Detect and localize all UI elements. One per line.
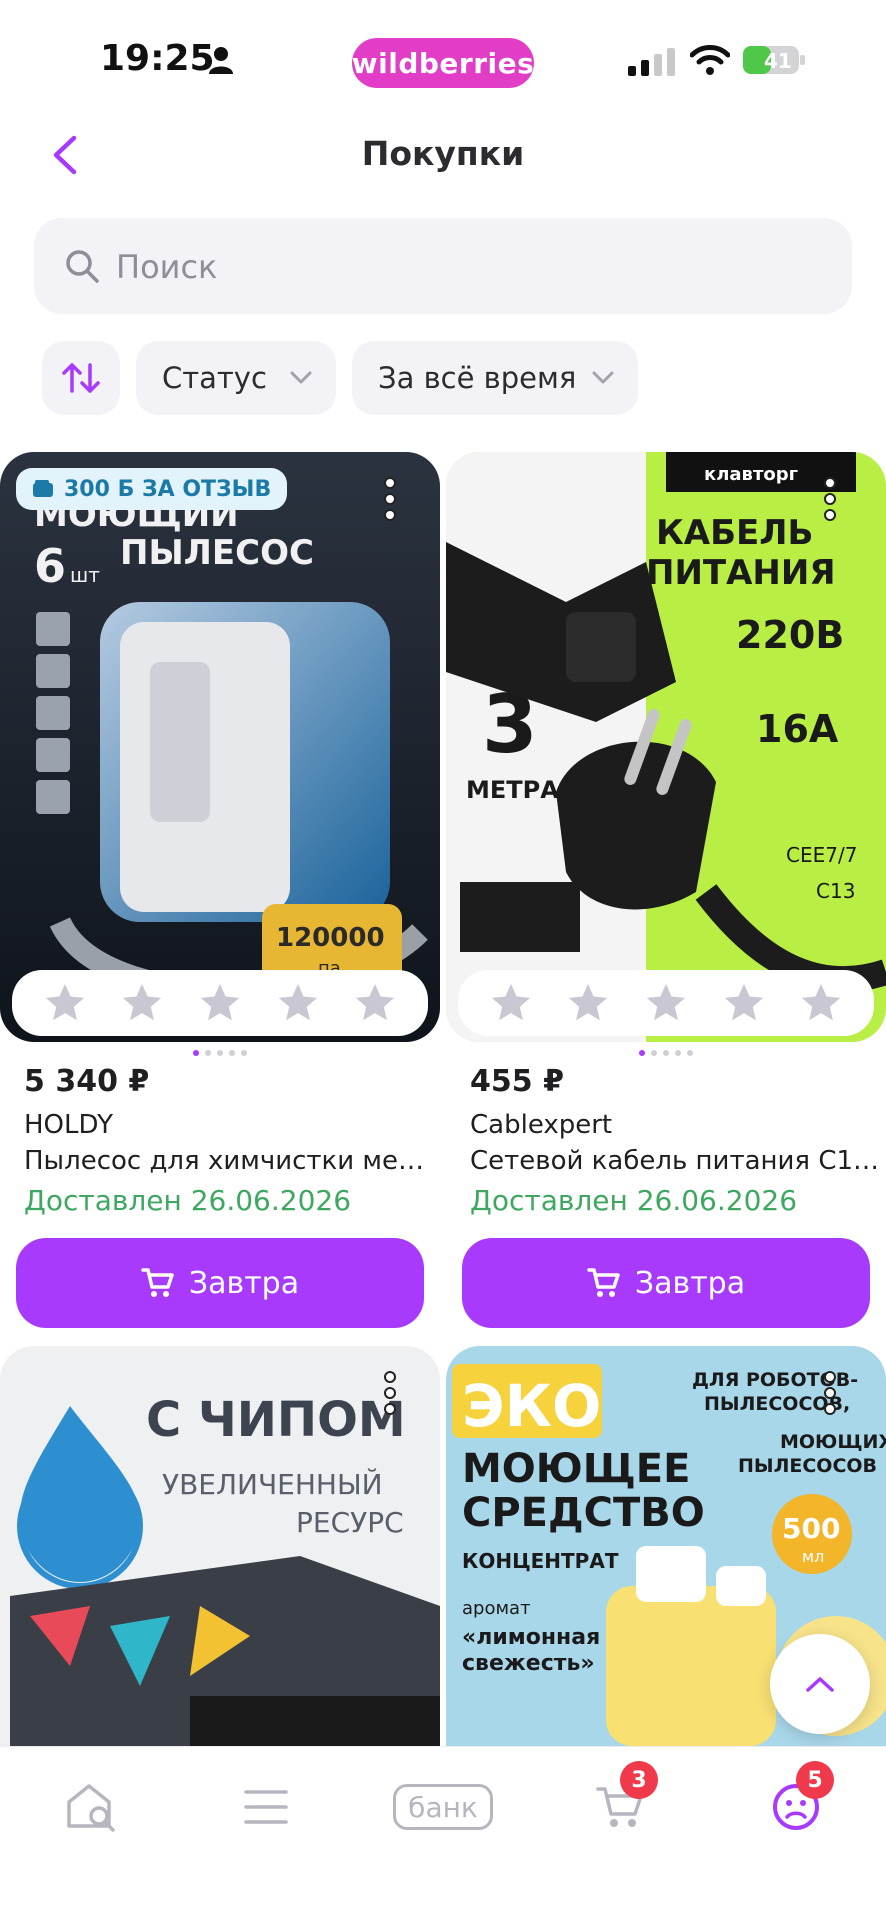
svg-text:мл: мл xyxy=(802,1547,824,1566)
svg-text:ПИТАНИЯ: ПИТАНИЯ xyxy=(646,553,836,593)
buy-again-button[interactable]: Завтра xyxy=(462,1238,870,1328)
buy-again-button[interactable]: Завтра xyxy=(16,1238,424,1328)
status-filter[interactable]: Статус xyxy=(136,341,336,415)
image-pager-dots xyxy=(0,1050,440,1056)
signal-icon xyxy=(628,48,675,76)
star-icon[interactable] xyxy=(643,980,689,1026)
scroll-up-button[interactable] xyxy=(770,1634,870,1734)
chevron-down-icon xyxy=(290,371,312,384)
rating-stars[interactable] xyxy=(12,970,428,1036)
delivery-status: Доставлен 26.06.2026 xyxy=(24,1184,352,1217)
star-icon[interactable] xyxy=(42,980,88,1026)
product-image[interactable]: С ЧИПОМ УВЕЛИЧЕННЫЙ РЕСУРС xyxy=(0,1346,440,1746)
svg-text:120000: 120000 xyxy=(276,923,385,953)
product-brand: HOLDY xyxy=(24,1110,113,1140)
search-bar[interactable] xyxy=(34,218,852,314)
product-brand: Cablexpert xyxy=(470,1110,613,1140)
svg-text:220В: 220В xyxy=(736,613,844,657)
wifi-icon xyxy=(690,45,730,75)
home-search-icon xyxy=(67,1784,115,1832)
product-price: 5 340 ₽ xyxy=(24,1064,150,1099)
chevron-down-icon xyxy=(592,371,614,384)
status-time: 19:25 xyxy=(100,38,215,79)
product-image[interactable]: МОЮЩИЙ ПЫЛЕСОС 6 шт 120000 па xyxy=(0,452,440,1042)
more-icon[interactable] xyxy=(822,1370,838,1416)
product-name[interactable]: Сетевой кабель питания С13,... xyxy=(470,1146,880,1176)
product-name[interactable]: Пылесос для химчистки меб... xyxy=(24,1146,434,1176)
svg-text:МОЮЩЕЕ: МОЮЩЕЕ xyxy=(462,1446,690,1492)
svg-text:500: 500 xyxy=(782,1512,840,1545)
tab-catalog[interactable] xyxy=(236,1777,296,1837)
brand-pill: wildberries xyxy=(352,38,534,88)
bottom-tab-bar: банк 3 5 xyxy=(0,1746,886,1921)
star-icon[interactable] xyxy=(197,980,243,1026)
person-icon xyxy=(209,47,233,74)
svg-text:ПЫЛЕСОСОВ: ПЫЛЕСОСОВ xyxy=(738,1455,877,1477)
page-title: Покупки xyxy=(361,134,525,173)
star-icon[interactable] xyxy=(119,980,165,1026)
rating-stars[interactable] xyxy=(458,970,874,1036)
star-icon[interactable] xyxy=(275,980,321,1026)
battery-icon: 41 xyxy=(742,44,806,76)
product-image[interactable]: клавторг КАБЕЛЬ ПИТАНИЯ 220В 16А 3 МЕТРА… xyxy=(446,452,886,1042)
svg-text:шт: шт xyxy=(70,563,100,587)
review-bonus-text: 300 Б ЗА ОТЗЫВ xyxy=(64,476,272,502)
tab-home[interactable] xyxy=(62,1777,122,1837)
more-icon[interactable] xyxy=(822,476,838,522)
svg-text:аромат: аромат xyxy=(462,1598,531,1619)
star-icon[interactable] xyxy=(798,980,844,1026)
tab-bank[interactable]: банк xyxy=(390,1777,496,1837)
buy-again-label: Завтра xyxy=(634,1265,746,1301)
cart-icon xyxy=(587,1268,620,1297)
svg-text:ЭКО: ЭКО xyxy=(462,1372,601,1440)
svg-text:«лимонная: «лимонная xyxy=(462,1625,600,1650)
wallet-icon xyxy=(33,480,53,497)
product-price: 455 ₽ xyxy=(470,1064,564,1099)
svg-text:МЕТРА: МЕТРА xyxy=(466,776,559,804)
period-filter-label: За всё время xyxy=(378,361,577,395)
profile-count-badge: 5 xyxy=(796,1761,834,1799)
svg-text:СРЕДСТВО: СРЕДСТВО xyxy=(462,1490,705,1536)
battery-level: 41 xyxy=(764,49,792,73)
search-input[interactable] xyxy=(114,238,818,296)
svg-text:16А: 16А xyxy=(756,707,839,751)
menu-icon xyxy=(244,1790,288,1824)
sort-button[interactable] xyxy=(42,341,120,415)
svg-text:С ЧИПОМ: С ЧИПОМ xyxy=(146,1392,406,1448)
svg-text:свежесть»: свежесть» xyxy=(462,1651,595,1676)
sort-icon xyxy=(62,363,100,393)
star-icon[interactable] xyxy=(721,980,767,1026)
star-icon[interactable] xyxy=(565,980,611,1026)
svg-text:МОЮЩИХ: МОЮЩИХ xyxy=(780,1431,886,1453)
period-filter[interactable]: За всё время xyxy=(352,341,638,415)
more-icon[interactable] xyxy=(382,1370,398,1416)
search-icon xyxy=(66,250,99,283)
svg-text:ПЫЛЕСОС: ПЫЛЕСОС xyxy=(120,533,314,573)
svg-text:C13: C13 xyxy=(816,879,855,903)
more-icon[interactable] xyxy=(382,476,398,522)
svg-text:клавторг: клавторг xyxy=(704,464,798,485)
star-icon[interactable] xyxy=(488,980,534,1026)
bank-label: банк xyxy=(393,1784,493,1830)
svg-text:КОНЦЕНТРАТ: КОНЦЕНТРАТ xyxy=(462,1549,619,1573)
svg-text:CEE7/7: CEE7/7 xyxy=(786,843,857,867)
delivery-status: Доставлен 26.06.2026 xyxy=(470,1184,798,1217)
status-filter-label: Статус xyxy=(162,361,267,395)
svg-text:УВЕЛИЧЕННЫЙ: УВЕЛИЧЕННЫЙ xyxy=(162,1467,383,1501)
review-bonus-badge: 300 Б ЗА ОТЗЫВ xyxy=(16,468,288,510)
product-card[interactable]: С ЧИПОМ УВЕЛИЧЕННЫЙ РЕСУРС xyxy=(0,1346,440,1746)
svg-text:КАБЕЛЬ: КАБЕЛЬ xyxy=(656,513,813,553)
svg-text:РЕСУРС: РЕСУРС xyxy=(296,1506,404,1539)
cart-count-badge: 3 xyxy=(620,1761,658,1799)
svg-text:6: 6 xyxy=(34,539,66,593)
star-icon[interactable] xyxy=(352,980,398,1026)
cart-icon xyxy=(141,1268,174,1297)
buy-again-label: Завтра xyxy=(188,1265,300,1301)
image-pager-dots xyxy=(446,1050,886,1056)
scroll-up-icon xyxy=(806,1677,834,1692)
